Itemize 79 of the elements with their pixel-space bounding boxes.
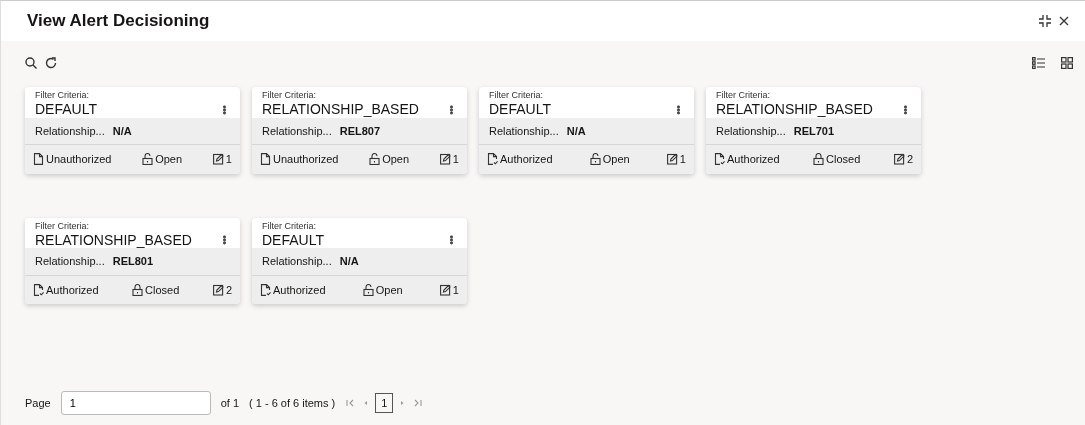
- status-text: Unauthorized: [46, 152, 112, 168]
- count-text: 1: [679, 152, 686, 168]
- status-text: Authorized: [46, 282, 99, 298]
- items-count: ( 1 - 6 of 6 items ): [249, 395, 336, 411]
- field-value: RELATIONSHIP_BASED: [716, 100, 873, 118]
- lock-icon: [813, 153, 825, 166]
- field-value: RELATIONSHIP_BASED: [35, 231, 192, 249]
- window-title: View Alert Decisioning: [27, 10, 210, 32]
- edit-icon: [893, 153, 905, 166]
- page-total: of 1: [220, 395, 240, 411]
- field-label: Filter Criteria:: [489, 91, 544, 101]
- field-value: N/A: [566, 123, 586, 139]
- count-text: 1: [452, 152, 459, 168]
- edit-icon: [212, 284, 224, 297]
- lock-status-text: Open: [602, 152, 630, 168]
- field-value: DEFAULT: [262, 231, 324, 249]
- document-icon: [33, 153, 44, 166]
- document-icon: [260, 153, 271, 166]
- field-value: N/A: [339, 254, 359, 270]
- edit-icon: [439, 153, 451, 166]
- unlocked-icon: [589, 153, 601, 166]
- edit-icon: [212, 153, 224, 166]
- page-label: Page: [25, 395, 51, 411]
- field-value: N/A: [112, 123, 132, 139]
- count-text: 2: [906, 152, 913, 168]
- search-icon[interactable]: [25, 57, 37, 69]
- page-button[interactable]: 1: [375, 393, 394, 413]
- edit-icon: [439, 284, 451, 297]
- unlocked-icon: [362, 284, 374, 297]
- lock-status-text: Open: [155, 152, 183, 168]
- document-check-icon: [33, 284, 44, 297]
- lock-status-text: Closed: [826, 152, 861, 168]
- field-label: Relationship...: [262, 123, 332, 139]
- alert-card[interactable]: Filter Criteria: DEFAULT Relationship... N/A Authorized Open 1: [479, 87, 694, 174]
- unlocked-icon: [369, 153, 381, 166]
- grid-view-icon[interactable]: [1061, 57, 1073, 69]
- alert-card[interactable]: Filter Criteria: RELATIONSHIP_BASED Relationship... REL701 Authorized Closed 2: [706, 87, 921, 174]
- field-label: Relationship...: [716, 123, 786, 139]
- document-check-icon: [487, 153, 498, 166]
- edit-icon: [666, 153, 678, 166]
- list-view-icon[interactable]: [1032, 57, 1045, 69]
- alert-card[interactable]: Filter Criteria: RELATIONSHIP_BASED Relationship... REL807 Unauthorized Open 1: [252, 87, 467, 174]
- lock-status-text: Closed: [145, 282, 180, 298]
- field-value: REL807: [339, 123, 381, 139]
- field-value: DEFAULT: [35, 100, 97, 118]
- last-page-icon: [412, 397, 424, 409]
- field-value: RELATIONSHIP_BASED: [262, 100, 419, 118]
- page-field[interactable]: 1: [60, 391, 211, 415]
- status-text: Authorized: [727, 152, 780, 168]
- lock-status-text: Open: [375, 282, 403, 298]
- field-label: Filter Criteria:: [35, 91, 90, 101]
- status-text: Authorized: [500, 152, 553, 168]
- lock-icon: [132, 284, 144, 297]
- field-label: Relationship...: [262, 254, 332, 270]
- field-label: Filter Criteria:: [716, 91, 771, 101]
- count-text: 1: [225, 152, 232, 168]
- field-label: Filter Criteria:: [35, 221, 90, 232]
- alert-card[interactable]: Filter Criteria: RELATIONSHIP_BASED Relationship... REL801 Authorized Closed 2: [25, 217, 240, 305]
- status-text: Unauthorized: [273, 152, 339, 168]
- field-label: Relationship...: [35, 254, 105, 270]
- lock-status-text: Open: [382, 152, 410, 168]
- status-text: Authorized: [273, 282, 326, 298]
- field-label: Filter Criteria:: [262, 221, 317, 232]
- field-label: Relationship...: [489, 123, 559, 139]
- unlocked-icon: [142, 153, 154, 166]
- close-icon[interactable]: [1059, 16, 1069, 26]
- field-value: REL701: [793, 123, 835, 139]
- alert-card[interactable]: Filter Criteria: DEFAULT Relationship... N/A Unauthorized Open 1: [25, 87, 240, 174]
- count-text: 1: [452, 282, 459, 298]
- count-text: 2: [225, 282, 232, 298]
- field-label: Relationship...: [35, 123, 105, 139]
- field-label: Filter Criteria:: [262, 91, 317, 101]
- refresh-icon[interactable]: [45, 57, 57, 69]
- document-check-icon: [260, 284, 271, 297]
- field-value: DEFAULT: [489, 100, 551, 118]
- collapse-icon[interactable]: [1039, 15, 1051, 27]
- field-value: REL801: [112, 254, 154, 270]
- document-check-icon: [714, 153, 725, 166]
- alert-card[interactable]: Filter Criteria: DEFAULT Relationship... N/A Authorized Open 1: [252, 217, 467, 305]
